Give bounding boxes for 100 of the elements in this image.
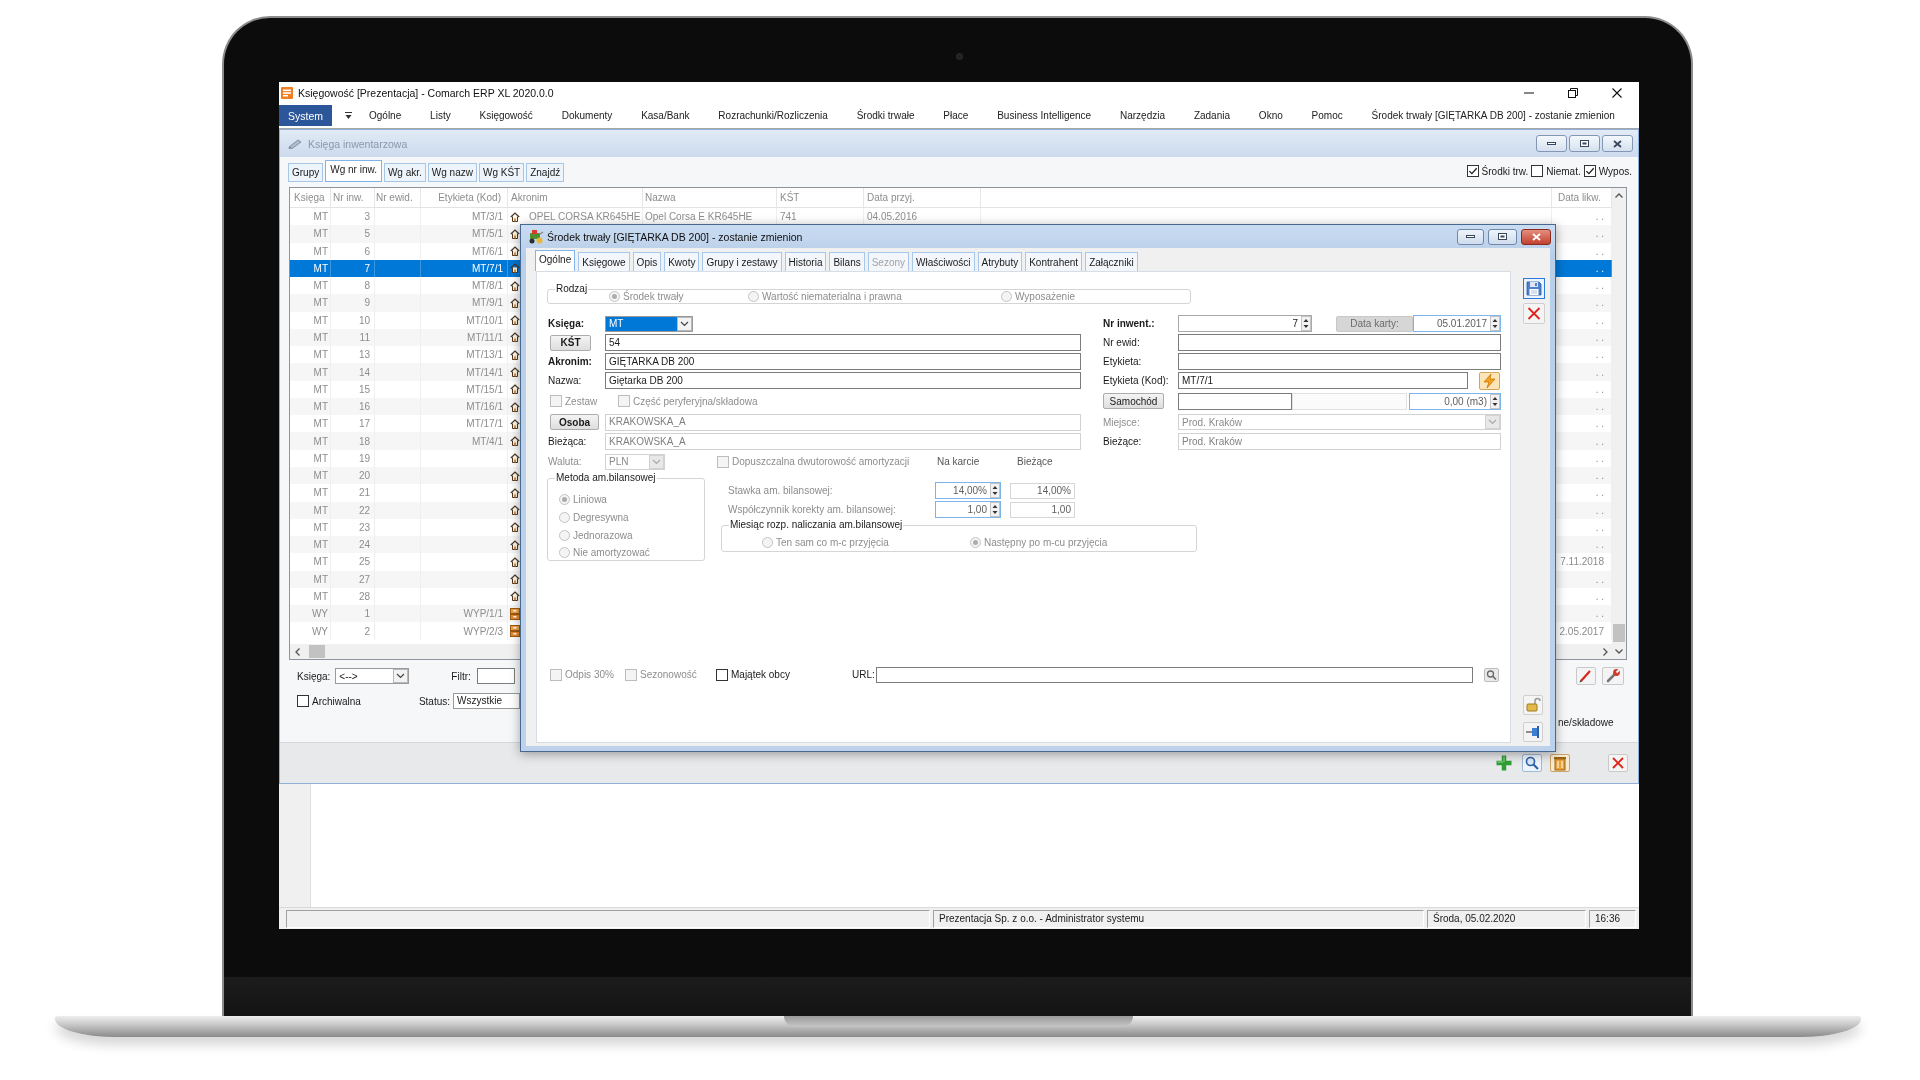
restore-icon[interactable]	[1568, 87, 1578, 98]
restore-button[interactable]	[1569, 135, 1600, 152]
text-field[interactable]: KRAKOWSKA_A	[605, 433, 1081, 450]
pin-icon[interactable]	[1523, 722, 1543, 742]
chevron-up-icon[interactable]	[1615, 193, 1623, 198]
text-field[interactable]: Giętarka DB 200	[605, 372, 1081, 389]
tab[interactable]: Wg KŚT	[478, 163, 525, 182]
tab[interactable]: Właściwości	[912, 252, 975, 271]
column-header[interactable]: KŚT	[780, 192, 800, 203]
menu-item[interactable]: Listy	[430, 110, 451, 121]
checkbox[interactable]	[1531, 165, 1544, 177]
text-field[interactable]	[476, 668, 515, 684]
minimize-icon[interactable]	[1547, 142, 1556, 145]
text-field[interactable]: Prod. Kraków	[1178, 433, 1501, 450]
tab[interactable]: Grupy i zestawy	[702, 252, 782, 271]
menu-item[interactable]: Rozrachunki/Rozliczenia	[718, 110, 828, 121]
spin-box[interactable]: 7	[1178, 315, 1312, 332]
menu-item[interactable]: Środki trwałe	[856, 110, 915, 121]
menu-item[interactable]: Pomoc	[1311, 110, 1343, 121]
restore-icon[interactable]	[1580, 140, 1589, 147]
chevron-down-icon[interactable]	[1615, 649, 1623, 654]
menu-item[interactable]: Okno	[1258, 110, 1283, 121]
search-icon[interactable]	[1522, 754, 1542, 772]
wrench-icon[interactable]	[1602, 667, 1624, 685]
tab[interactable]: Załączniki	[1085, 252, 1138, 271]
tab[interactable]: Bilans	[829, 252, 865, 271]
maximize-button[interactable]	[1488, 228, 1517, 245]
save-icon[interactable]	[1523, 278, 1545, 299]
menu-item[interactable]: Kasa/Bank	[641, 110, 690, 121]
dropdown[interactable]: <-->	[335, 668, 410, 684]
tab[interactable]: Wg nazw	[427, 163, 477, 182]
column-header[interactable]: Księga	[294, 192, 325, 203]
spin-arrows-icon[interactable]	[1490, 393, 1500, 409]
menu-item[interactable]: Zadania	[1193, 110, 1230, 121]
spin-box[interactable]: 05.01.2017	[1413, 315, 1501, 332]
column-header[interactable]: Data likw.	[1558, 192, 1601, 203]
tab[interactable]: Historia	[784, 252, 827, 271]
text-field[interactable]	[1178, 392, 1292, 410]
column-header[interactable]: Nr inw.	[333, 192, 364, 203]
caret-icon[interactable]	[344, 111, 353, 120]
close-button[interactable]	[1521, 228, 1551, 245]
menu-button[interactable]: System	[279, 105, 332, 126]
chevron-left-icon[interactable]	[294, 647, 300, 656]
checkbox[interactable]	[1583, 165, 1596, 177]
form-button[interactable]: KŚT	[550, 334, 591, 351]
tab[interactable]: Kwoty	[664, 252, 700, 271]
close-icon[interactable]	[1613, 139, 1622, 148]
menu-item[interactable]: Księgowość	[479, 110, 533, 121]
tab[interactable]: Wg akr.	[383, 163, 426, 182]
column-header[interactable]: Etykieta (Kod)	[438, 192, 501, 203]
tab[interactable]: Wg nr inw.	[325, 160, 382, 182]
plus-icon[interactable]	[1494, 754, 1514, 772]
menu-item[interactable]: Środek trwały [GIĘTARKA DB 200] - zostanie zmienion	[1371, 110, 1615, 121]
text-field[interactable]: 54	[605, 334, 1081, 351]
dropdown[interactable]: Wszystkie	[453, 693, 521, 709]
spin-arrows-icon[interactable]	[990, 502, 1000, 517]
scrollbar-thumb[interactable]	[309, 645, 325, 658]
menu-item[interactable]: Business Intelligence	[997, 110, 1092, 121]
text-field[interactable]	[1178, 353, 1501, 370]
tab[interactable]: Ogólne	[535, 250, 576, 271]
checkbox[interactable]	[297, 695, 309, 707]
minimize-button[interactable]	[1536, 135, 1567, 152]
spin-arrows-icon[interactable]	[1490, 316, 1500, 331]
spin-box[interactable]: 0,00 (m3)	[1409, 392, 1501, 410]
chevron-down-icon[interactable]	[677, 316, 692, 331]
tab[interactable]: Grupy	[288, 163, 324, 182]
dropdown[interactable]: MT	[605, 315, 693, 332]
text-field[interactable]	[1178, 334, 1501, 351]
minimize-button[interactable]	[1457, 228, 1484, 245]
tab[interactable]: Atrybuty	[977, 252, 1023, 271]
menu-item[interactable]: Dokumenty	[561, 110, 613, 121]
column-header[interactable]: Nazwa	[645, 192, 676, 203]
form-button[interactable]: Samochód	[1103, 393, 1164, 409]
tab[interactable]: Opis	[632, 252, 662, 271]
menu-item[interactable]: Ogólne	[369, 110, 402, 121]
form-button[interactable]: Osoba	[550, 414, 599, 430]
menu-item[interactable]: Narzędzia	[1120, 110, 1166, 121]
pencil-icon[interactable]	[1576, 667, 1596, 685]
checkbox[interactable]	[716, 668, 728, 681]
text-field[interactable]: GIĘTARKA DB 200	[605, 353, 1081, 370]
scrollbar-thumb[interactable]	[1613, 624, 1625, 642]
tab[interactable]: Znajdź	[526, 163, 565, 182]
text-field[interactable]: KRAKOWSKA_A	[605, 413, 1081, 431]
search-icon[interactable]	[1484, 667, 1499, 682]
column-header[interactable]: Data przyj.	[867, 192, 915, 203]
restore-icon[interactable]	[1498, 233, 1507, 240]
padlock-icon[interactable]	[1523, 695, 1543, 715]
column-header[interactable]: Nr ewid.	[376, 192, 413, 203]
minimize-icon[interactable]	[1466, 235, 1475, 238]
menu-item[interactable]: Płace	[943, 110, 969, 121]
close-icon[interactable]	[1612, 87, 1622, 98]
tab[interactable]: Kontrahent	[1025, 252, 1083, 271]
tab[interactable]: Księgowe	[578, 252, 630, 271]
column-header[interactable]: Akronim	[511, 192, 548, 203]
trash-icon[interactable]	[1550, 754, 1570, 772]
text-field[interactable]	[876, 666, 1473, 683]
text-field[interactable]: MT/7/1	[1178, 372, 1468, 389]
close-button[interactable]	[1602, 135, 1633, 152]
chevron-right-icon[interactable]	[1602, 647, 1608, 656]
checkbox[interactable]	[1466, 165, 1479, 177]
